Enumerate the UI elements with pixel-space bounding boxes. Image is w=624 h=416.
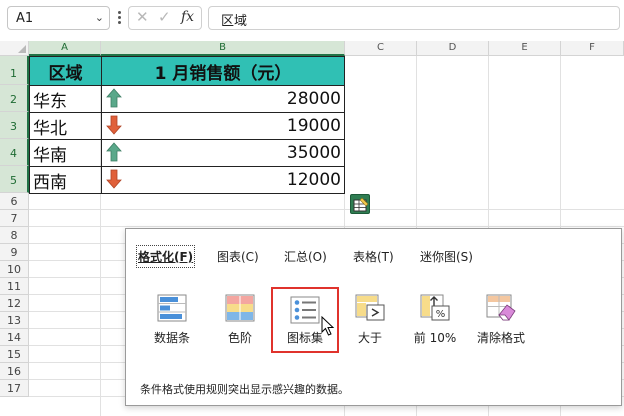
- down-arrow-icon: [106, 169, 122, 189]
- greater-than-button[interactable]: 大于: [337, 293, 403, 355]
- quick-analysis-popup: 格式化(F) 图表(C) 汇总(O) 表格(T) 迷你图(S) 数据条 色阶 图…: [125, 228, 622, 406]
- table-cell-region[interactable]: 华北: [29, 112, 102, 140]
- select-all-corner[interactable]: [0, 41, 29, 56]
- column-header-d[interactable]: D: [417, 41, 489, 56]
- row-header-6[interactable]: 6: [0, 193, 29, 210]
- top-10-percent-button[interactable]: % 前 10%: [402, 293, 468, 355]
- tab-tables[interactable]: 表格(T): [353, 248, 394, 265]
- up-arrow-icon: [106, 88, 122, 108]
- row-header-9[interactable]: 9: [0, 244, 29, 261]
- row-header-16[interactable]: 16: [0, 363, 29, 380]
- formula-input[interactable]: 区域: [208, 6, 620, 30]
- table-cell-sales[interactable]: 28000: [101, 85, 345, 113]
- hint-text: 条件格式使用规则突出显示感兴趣的数据。: [140, 383, 349, 396]
- column-header-f[interactable]: F: [561, 41, 624, 56]
- greater-than-icon: [355, 294, 385, 321]
- sales-value: 28000: [286, 89, 341, 109]
- row-header-10[interactable]: 10: [0, 261, 29, 278]
- data-bars-icon: [157, 294, 187, 322]
- sales-value: 19000: [286, 116, 341, 136]
- tab-charts[interactable]: 图表(C): [217, 248, 259, 265]
- name-box-value: A1: [16, 11, 34, 26]
- option-label: 清除格式: [476, 331, 525, 345]
- sales-value: 12000: [286, 170, 341, 190]
- quick-analysis-button[interactable]: [350, 194, 370, 214]
- data-bars-button[interactable]: 数据条: [139, 293, 205, 355]
- table-cell-sales[interactable]: 12000: [101, 166, 345, 194]
- quick-analysis-icon: [353, 197, 369, 212]
- insert-function-icon[interactable]: fx: [181, 9, 194, 25]
- table-cell-region[interactable]: 华南: [29, 139, 102, 167]
- row-header-11[interactable]: 11: [0, 278, 29, 295]
- tab-sparklines[interactable]: 迷你图(S): [420, 248, 473, 265]
- column-header-e[interactable]: E: [489, 41, 561, 56]
- row-header-1[interactable]: 1: [0, 56, 29, 85]
- more-options-icon[interactable]: [116, 9, 122, 25]
- formula-bar: A1 ⌄ ✕ ✓ fx 区域: [0, 0, 624, 36]
- column-header-c[interactable]: C: [345, 41, 417, 56]
- row-header-2[interactable]: 2: [0, 85, 29, 112]
- row-header-5[interactable]: 5: [0, 166, 29, 193]
- sales-table: 区域 1 月销售额（元） 华东 28000 华北 19000 华南 35000 …: [29, 56, 345, 194]
- table-cell-sales[interactable]: 19000: [101, 112, 345, 140]
- gridline: [29, 226, 624, 227]
- column-header-b[interactable]: B: [101, 41, 345, 56]
- formula-actions: ✕ ✓ fx: [128, 6, 202, 30]
- color-scale-button[interactable]: 色阶: [207, 293, 273, 355]
- tab-totals[interactable]: 汇总(O): [284, 248, 327, 265]
- row-header-8[interactable]: 8: [0, 227, 29, 244]
- option-label: 前 10%: [413, 331, 457, 345]
- up-arrow-icon: [106, 142, 122, 162]
- row-header-13[interactable]: 13: [0, 312, 29, 329]
- gridline: [29, 209, 624, 210]
- row-header-14[interactable]: 14: [0, 329, 29, 346]
- top-10-percent-icon: %: [420, 294, 450, 321]
- option-label: 色阶: [227, 331, 252, 345]
- color-scale-icon: [225, 294, 255, 322]
- chevron-down-icon[interactable]: ⌄: [95, 11, 104, 24]
- sales-value: 35000: [286, 143, 341, 163]
- name-box[interactable]: A1 ⌄: [7, 6, 110, 30]
- cancel-icon[interactable]: ✕: [136, 8, 149, 26]
- option-label: 数据条: [153, 331, 190, 345]
- tab-formatting[interactable]: 格式化(F): [135, 245, 196, 268]
- clear-format-button[interactable]: 清除格式: [468, 293, 534, 355]
- svg-text:%: %: [436, 309, 446, 320]
- row-header-3[interactable]: 3: [0, 112, 29, 139]
- table-cell-region[interactable]: 西南: [29, 166, 102, 194]
- down-arrow-icon: [106, 115, 122, 135]
- table-cell-sales[interactable]: 35000: [101, 139, 345, 167]
- clear-format-icon: [486, 294, 516, 321]
- mouse-cursor-icon: [321, 316, 335, 336]
- option-label: 大于: [357, 331, 382, 345]
- header-cell-sales[interactable]: 1 月销售额（元）: [101, 56, 345, 86]
- formula-input-value: 区域: [221, 14, 248, 29]
- row-header-4[interactable]: 4: [0, 139, 29, 166]
- column-header-a[interactable]: A: [29, 41, 101, 56]
- row-header-15[interactable]: 15: [0, 346, 29, 363]
- row-header-17[interactable]: 17: [0, 380, 29, 397]
- enter-icon[interactable]: ✓: [158, 8, 171, 26]
- row-header-7[interactable]: 7: [0, 210, 29, 227]
- icon-set-icon: [290, 296, 320, 324]
- row-header-12[interactable]: 12: [0, 295, 29, 312]
- table-cell-region[interactable]: 华东: [29, 85, 102, 113]
- header-cell-region[interactable]: 区域: [29, 56, 102, 86]
